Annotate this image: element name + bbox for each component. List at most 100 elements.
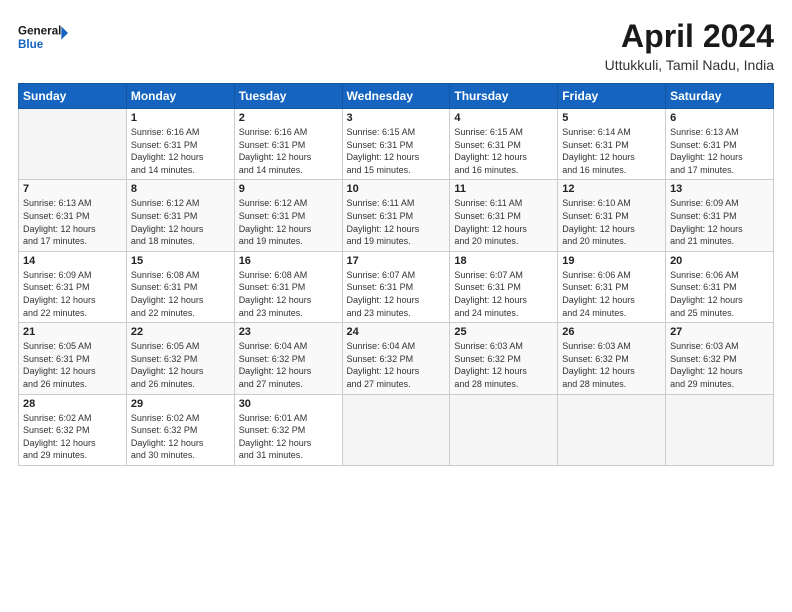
day-info: Sunrise: 6:15 AM Sunset: 6:31 PM Dayligh… bbox=[454, 126, 553, 176]
svg-text:Blue: Blue bbox=[18, 38, 44, 51]
day-number: 24 bbox=[347, 326, 446, 338]
weekday-header-tuesday: Tuesday bbox=[234, 84, 342, 109]
day-number: 6 bbox=[670, 112, 769, 124]
calendar-cell: 14Sunrise: 6:09 AM Sunset: 6:31 PM Dayli… bbox=[19, 251, 127, 322]
day-number: 26 bbox=[562, 326, 661, 338]
day-info: Sunrise: 6:14 AM Sunset: 6:31 PM Dayligh… bbox=[562, 126, 661, 176]
calendar-cell: 29 Sunrise: 6:02 AM Sunset: 6:32 PM Dayli… bbox=[126, 394, 234, 465]
calendar-cell: 17Sunrise: 6:07 AM Sunset: 6:31 PM Dayli… bbox=[342, 251, 450, 322]
day-number: 30 bbox=[239, 398, 338, 410]
calendar-cell: 4 Sunrise: 6:15 AM Sunset: 6:31 PM Daylig… bbox=[450, 109, 558, 180]
day-number: 21 bbox=[23, 326, 122, 338]
day-number: 10 bbox=[347, 183, 446, 195]
day-number: 13 bbox=[670, 183, 769, 195]
day-info: Sunrise: 6:12 AM Sunset: 6:31 PM Dayligh… bbox=[239, 197, 338, 247]
day-info: Sunrise: 6:10 AM Sunset: 6:31 PM Dayligh… bbox=[562, 197, 661, 247]
calendar-cell: 12 Sunrise: 6:10 AM Sunset: 6:31 PM Dayli… bbox=[558, 180, 666, 251]
day-number: 3 bbox=[347, 112, 446, 124]
day-info: Sunrise: 6:16 AM Sunset: 6:31 PM Dayligh… bbox=[239, 126, 338, 176]
calendar-cell: 1 Sunrise: 6:16 AM Sunset: 6:31 PM Daylig… bbox=[126, 109, 234, 180]
month-title: April 2024 bbox=[605, 18, 774, 55]
calendar-cell: 5 Sunrise: 6:14 AM Sunset: 6:31 PM Daylig… bbox=[558, 109, 666, 180]
weekday-header-monday: Monday bbox=[126, 84, 234, 109]
calendar-week-row: 14Sunrise: 6:09 AM Sunset: 6:31 PM Dayli… bbox=[19, 251, 774, 322]
day-info: Sunrise: 6:13 AM Sunset: 6:31 PM Dayligh… bbox=[23, 197, 122, 247]
day-number: 19 bbox=[562, 255, 661, 267]
calendar-week-row: 1 Sunrise: 6:16 AM Sunset: 6:31 PM Daylig… bbox=[19, 109, 774, 180]
day-info: Sunrise: 6:11 AM Sunset: 6:31 PM Dayligh… bbox=[454, 197, 553, 247]
day-info: Sunrise: 6:15 AM Sunset: 6:31 PM Dayligh… bbox=[347, 126, 446, 176]
logo-svg: General Blue bbox=[18, 18, 68, 58]
day-number: 4 bbox=[454, 112, 553, 124]
calendar-cell: 15 Sunrise: 6:08 AM Sunset: 6:31 PM Dayli… bbox=[126, 251, 234, 322]
calendar-cell: 9Sunrise: 6:12 AM Sunset: 6:31 PM Daylig… bbox=[234, 180, 342, 251]
weekday-header-friday: Friday bbox=[558, 84, 666, 109]
calendar-cell: 24 Sunrise: 6:04 AM Sunset: 6:32 PM Dayli… bbox=[342, 323, 450, 394]
day-info: Sunrise: 6:13 AM Sunset: 6:31 PM Dayligh… bbox=[670, 126, 769, 176]
day-number: 2 bbox=[239, 112, 338, 124]
day-info: Sunrise: 6:07 AM Sunset: 6:31 PM Dayligh… bbox=[347, 269, 446, 319]
day-number: 15 bbox=[131, 255, 230, 267]
weekday-header-sunday: Sunday bbox=[19, 84, 127, 109]
day-info: Sunrise: 6:03 AM Sunset: 6:32 PM Dayligh… bbox=[562, 340, 661, 390]
day-info: Sunrise: 6:01 AM Sunset: 6:32 PM Dayligh… bbox=[239, 412, 338, 462]
calendar-cell: 20 Sunrise: 6:06 AM Sunset: 6:31 PM Dayli… bbox=[666, 251, 774, 322]
day-number: 27 bbox=[670, 326, 769, 338]
day-info: Sunrise: 6:08 AM Sunset: 6:31 PM Dayligh… bbox=[131, 269, 230, 319]
calendar-cell: 30 Sunrise: 6:01 AM Sunset: 6:32 PM Dayli… bbox=[234, 394, 342, 465]
day-info: Sunrise: 6:03 AM Sunset: 6:32 PM Dayligh… bbox=[454, 340, 553, 390]
day-info: Sunrise: 6:06 AM Sunset: 6:31 PM Dayligh… bbox=[670, 269, 769, 319]
calendar-cell: 16 Sunrise: 6:08 AM Sunset: 6:31 PM Dayli… bbox=[234, 251, 342, 322]
calendar-cell bbox=[342, 394, 450, 465]
calendar-cell: 21 Sunrise: 6:05 AM Sunset: 6:31 PM Dayli… bbox=[19, 323, 127, 394]
calendar-cell bbox=[19, 109, 127, 180]
calendar-cell: 23 Sunrise: 6:04 AM Sunset: 6:32 PM Dayli… bbox=[234, 323, 342, 394]
calendar-cell: 27 Sunrise: 6:03 AM Sunset: 6:32 PM Dayli… bbox=[666, 323, 774, 394]
calendar-week-row: 7 Sunrise: 6:13 AM Sunset: 6:31 PM Daylig… bbox=[19, 180, 774, 251]
header: General Blue April 2024 Uttukkuli, Tamil… bbox=[18, 18, 774, 73]
day-info: Sunrise: 6:04 AM Sunset: 6:32 PM Dayligh… bbox=[347, 340, 446, 390]
calendar-week-row: 21 Sunrise: 6:05 AM Sunset: 6:31 PM Dayli… bbox=[19, 323, 774, 394]
day-number: 7 bbox=[23, 183, 122, 195]
day-number: 16 bbox=[239, 255, 338, 267]
calendar-cell: 8Sunrise: 6:12 AM Sunset: 6:31 PM Daylig… bbox=[126, 180, 234, 251]
day-info: Sunrise: 6:04 AM Sunset: 6:32 PM Dayligh… bbox=[239, 340, 338, 390]
day-info: Sunrise: 6:06 AM Sunset: 6:31 PM Dayligh… bbox=[562, 269, 661, 319]
day-info: Sunrise: 6:05 AM Sunset: 6:31 PM Dayligh… bbox=[23, 340, 122, 390]
day-info: Sunrise: 6:08 AM Sunset: 6:31 PM Dayligh… bbox=[239, 269, 338, 319]
day-number: 20 bbox=[670, 255, 769, 267]
day-info: Sunrise: 6:02 AM Sunset: 6:32 PM Dayligh… bbox=[131, 412, 230, 462]
day-number: 18 bbox=[454, 255, 553, 267]
calendar-cell: 28Sunrise: 6:02 AM Sunset: 6:32 PM Dayli… bbox=[19, 394, 127, 465]
calendar-cell: 10 Sunrise: 6:11 AM Sunset: 6:31 PM Dayli… bbox=[342, 180, 450, 251]
calendar-cell: 7 Sunrise: 6:13 AM Sunset: 6:31 PM Daylig… bbox=[19, 180, 127, 251]
day-number: 28 bbox=[23, 398, 122, 410]
calendar-cell: 26 Sunrise: 6:03 AM Sunset: 6:32 PM Dayli… bbox=[558, 323, 666, 394]
calendar-cell: 11Sunrise: 6:11 AM Sunset: 6:31 PM Dayli… bbox=[450, 180, 558, 251]
logo: General Blue bbox=[18, 18, 68, 58]
day-number: 12 bbox=[562, 183, 661, 195]
day-number: 14 bbox=[23, 255, 122, 267]
calendar-cell: 19 Sunrise: 6:06 AM Sunset: 6:31 PM Dayli… bbox=[558, 251, 666, 322]
day-number: 29 bbox=[131, 398, 230, 410]
day-number: 8 bbox=[131, 183, 230, 195]
page: General Blue April 2024 Uttukkuli, Tamil… bbox=[0, 0, 792, 612]
day-number: 1 bbox=[131, 112, 230, 124]
calendar-cell: 3 Sunrise: 6:15 AM Sunset: 6:31 PM Daylig… bbox=[342, 109, 450, 180]
calendar-cell bbox=[666, 394, 774, 465]
calendar-cell: 18Sunrise: 6:07 AM Sunset: 6:31 PM Dayli… bbox=[450, 251, 558, 322]
calendar-cell: 25 Sunrise: 6:03 AM Sunset: 6:32 PM Dayli… bbox=[450, 323, 558, 394]
day-info: Sunrise: 6:03 AM Sunset: 6:32 PM Dayligh… bbox=[670, 340, 769, 390]
calendar-cell: 22Sunrise: 6:05 AM Sunset: 6:32 PM Dayli… bbox=[126, 323, 234, 394]
day-number: 23 bbox=[239, 326, 338, 338]
day-info: Sunrise: 6:11 AM Sunset: 6:31 PM Dayligh… bbox=[347, 197, 446, 247]
day-number: 25 bbox=[454, 326, 553, 338]
calendar-cell bbox=[558, 394, 666, 465]
day-number: 5 bbox=[562, 112, 661, 124]
calendar-cell: 6 Sunrise: 6:13 AM Sunset: 6:31 PM Daylig… bbox=[666, 109, 774, 180]
calendar-cell: 13Sunrise: 6:09 AM Sunset: 6:31 PM Dayli… bbox=[666, 180, 774, 251]
calendar-cell: 2 Sunrise: 6:16 AM Sunset: 6:31 PM Daylig… bbox=[234, 109, 342, 180]
weekday-header-wednesday: Wednesday bbox=[342, 84, 450, 109]
calendar-cell bbox=[450, 394, 558, 465]
day-info: Sunrise: 6:16 AM Sunset: 6:31 PM Dayligh… bbox=[131, 126, 230, 176]
